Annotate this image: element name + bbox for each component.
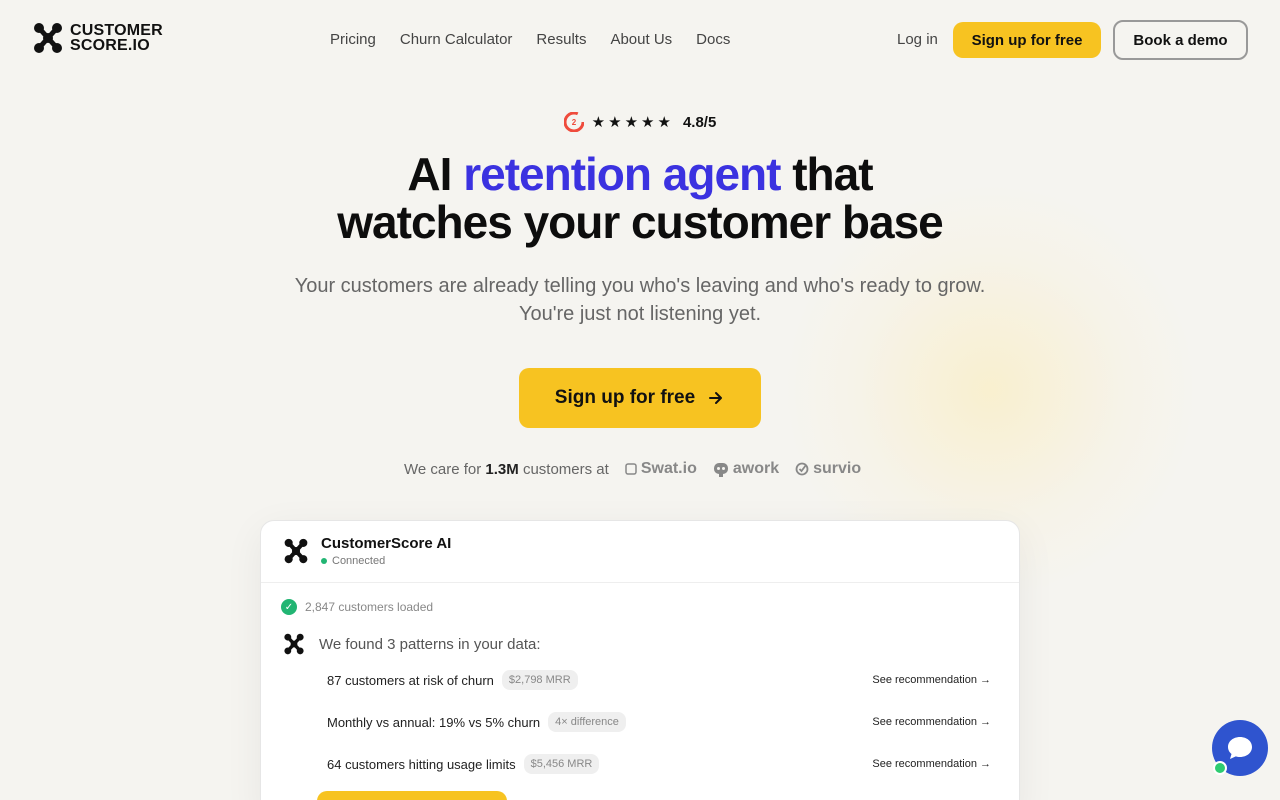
nav-link-about-us[interactable]: About Us — [610, 31, 672, 48]
rating-value: 4.8/5 — [682, 113, 717, 131]
brand-swatio: Swat.io — [625, 460, 697, 478]
awork-icon — [713, 463, 728, 477]
patterns-found: We found 3 patterns in your data: — [283, 633, 541, 655]
logo-text: CUSTOMER SCORE.IO — [70, 22, 163, 54]
trust-count: 1.3M — [485, 460, 519, 478]
social-proof: We care for 1.3M customers at Swat.io aw… — [404, 460, 861, 478]
online-indicator — [1213, 761, 1227, 775]
status-dot — [321, 558, 327, 564]
pattern-text: 64 customers hitting usage limits — [327, 756, 516, 772]
patterns-found-label: We found 3 patterns in your data: — [319, 635, 541, 653]
star-icon: ★ — [624, 114, 639, 131]
trust-prefix: We care for — [404, 460, 482, 478]
nav-links: Pricing Churn Calculator Results About U… — [330, 31, 730, 48]
g2-icon: 2 — [563, 112, 584, 132]
ai-logo-icon — [284, 633, 304, 655]
star-icon: ★ — [608, 114, 622, 131]
headline-line2: watches your customer base — [337, 196, 943, 248]
star-rating: ★ ★ ★ ★ ★ — [592, 113, 671, 131]
pattern-badge: 4× difference — [548, 712, 626, 732]
subhead-line2: You're just not listening yet. — [518, 303, 762, 325]
trust-suffix: customers at — [522, 460, 609, 478]
customerscore-logo-icon — [284, 538, 308, 564]
connection-status: Connected — [321, 555, 385, 567]
survio-check-icon — [795, 462, 809, 476]
brand-awork-label: awork — [732, 460, 780, 477]
see-recommendation-link[interactable]: See recommendation → — [872, 674, 991, 686]
signup-button[interactable]: Sign up for free — [953, 22, 1101, 58]
star-icon: ★ — [657, 114, 671, 131]
pattern-row: Monthly vs annual: 19% vs 5% churn 4× di… — [327, 710, 991, 734]
svg-text:2: 2 — [571, 118, 576, 127]
logo-line1: CUSTOMER — [70, 22, 163, 39]
swatio-icon — [625, 463, 637, 475]
pattern-badge: $2,798 MRR — [501, 670, 578, 690]
pattern-row: 64 customers hitting usage limits $5,456… — [327, 752, 991, 776]
ai-demo-card: CustomerScore AI Connected ✓ 2,847 custo… — [260, 520, 1020, 800]
see-recommendation-link[interactable]: See recommendation → — [872, 716, 991, 728]
chat-bubble-icon — [1228, 737, 1252, 759]
headline: AI retention agent that watches your cus… — [0, 150, 1280, 246]
brand-awork: awork — [713, 460, 779, 478]
nav-link-results[interactable]: Results — [536, 31, 586, 48]
subhead-line1: Your customers are already telling you w… — [294, 275, 986, 297]
arrow-right-icon — [709, 392, 723, 404]
see-recommendation-link[interactable]: See recommendation → — [872, 758, 991, 770]
pattern-text: 87 customers at risk of churn — [327, 672, 494, 688]
customers-loaded-label: 2,847 customers loaded — [305, 600, 434, 614]
headline-highlight: retention agent — [463, 148, 781, 200]
hero-signup-label: Sign up for free — [554, 387, 696, 408]
pattern-row: 87 customers at risk of churn $2,798 MRR… — [327, 668, 991, 692]
login-link[interactable]: Log in — [897, 31, 938, 48]
social-proof-text: We care for 1.3M customers at — [404, 461, 609, 478]
check-icon: ✓ — [281, 599, 297, 615]
star-icon: ★ — [641, 114, 655, 131]
hero-signup-button[interactable]: Sign up for free — [519, 368, 761, 428]
top-nav: CUSTOMER SCORE.IO Pricing Churn Calculat… — [0, 0, 1280, 80]
logo-icon — [34, 23, 62, 53]
status-label: Connected — [332, 555, 386, 567]
logo-line2: SCORE.IO — [70, 37, 150, 54]
customers-loaded: ✓ 2,847 customers loaded — [281, 599, 433, 615]
card-title: CustomerScore AI — [321, 535, 452, 552]
headline-post: that — [780, 148, 873, 200]
pattern-badge: $5,456 MRR — [523, 754, 600, 774]
rating-row: 2 ★ ★ ★ ★ ★ 4.8/5 — [0, 112, 1280, 132]
brand-survio: survio — [795, 460, 861, 478]
brand-survio-label: survio — [813, 460, 862, 477]
nav-link-churn-calculator[interactable]: Churn Calculator — [400, 31, 513, 48]
star-icon: ★ — [591, 114, 606, 131]
card-header: CustomerScore AI Connected — [261, 521, 1019, 583]
brand-swatio-label: Swat.io — [640, 460, 697, 477]
book-demo-button[interactable]: Book a demo — [1113, 20, 1248, 60]
logo[interactable]: CUSTOMER SCORE.IO — [32, 22, 163, 54]
card-action-button[interactable] — [317, 791, 507, 800]
subheadline: Your customers are already telling you w… — [0, 272, 1280, 328]
nav-link-docs[interactable]: Docs — [696, 31, 730, 48]
pattern-text: Monthly vs annual: 19% vs 5% churn — [327, 714, 541, 730]
headline-pre: AI — [407, 148, 464, 200]
nav-link-pricing[interactable]: Pricing — [330, 31, 376, 48]
